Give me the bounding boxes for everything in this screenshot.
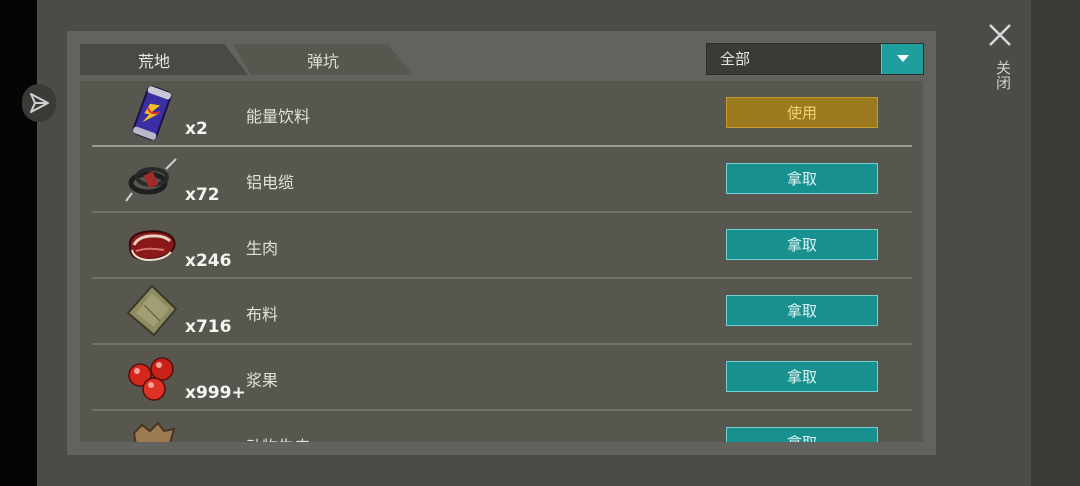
list-item-aluminum-cable: x72 铝电缆 拿取	[92, 147, 912, 213]
animal-hide-icon	[132, 421, 176, 442]
left-letterbox	[0, 0, 37, 486]
item-name: 生肉	[246, 239, 279, 258]
energy-drink-icon	[132, 85, 172, 141]
berries-icon	[128, 357, 174, 401]
filter-selected-value: 全部	[720, 50, 751, 68]
item-name: 布料	[246, 305, 279, 324]
take-button[interactable]: 拿取	[726, 163, 878, 194]
list-item-energy-drink: x2 能量饮料 使用	[92, 81, 912, 147]
take-button[interactable]: 拿取	[726, 229, 878, 260]
list-item-berries: x999+ 浆果 拿取	[92, 345, 912, 411]
tab-label: 荒地	[137, 51, 170, 71]
right-side-strip	[1031, 0, 1080, 486]
tab-label: 弹坑	[306, 51, 339, 71]
tab-crater[interactable]: 弹坑	[233, 44, 413, 75]
list-item-cloth: x716 布料 拿取	[92, 279, 912, 345]
chevron-down-icon	[896, 55, 909, 62]
close-button[interactable]	[985, 20, 1015, 50]
share-button[interactable]	[22, 84, 56, 122]
item-quantity: x246	[185, 251, 232, 271]
close-icon	[989, 24, 1011, 46]
take-button[interactable]: 拿取	[726, 427, 878, 442]
item-quantity: x716	[185, 317, 232, 337]
cloth-icon	[126, 284, 178, 337]
list-item-animal-hide: 动物生皮 拿取	[92, 411, 912, 442]
list-item-raw-meat: x246 生肉 拿取	[92, 213, 912, 279]
tab-wasteland[interactable]: 荒地	[80, 44, 248, 75]
item-name: 浆果	[246, 371, 279, 390]
dropdown-toggle[interactable]	[881, 44, 923, 74]
item-name: 动物生皮	[246, 433, 310, 442]
use-button[interactable]: 使用	[726, 97, 878, 128]
item-quantity: x999+	[185, 383, 246, 403]
item-list[interactable]: x2 能量饮料 使用 x72 铝电缆 拿取 x246 生肉 拿取 x716 布料…	[80, 81, 923, 442]
take-button[interactable]: 拿取	[726, 361, 878, 392]
cable-icon	[125, 158, 177, 202]
item-quantity: x2	[185, 119, 208, 139]
raw-meat-icon	[128, 230, 176, 262]
take-button[interactable]: 拿取	[726, 295, 878, 326]
filter-dropdown[interactable]: 全部	[706, 43, 924, 75]
close-label: 关闭	[994, 60, 1012, 90]
paper-plane-icon	[30, 93, 49, 113]
loot-panel: 荒地 弹坑 全部 x2 能量饮料 使用 x72 铝电缆 拿取 x246 生肉 拿…	[67, 31, 936, 455]
item-name: 铝电缆	[246, 173, 295, 192]
item-quantity: x72	[185, 185, 220, 205]
item-name: 能量饮料	[246, 107, 311, 126]
